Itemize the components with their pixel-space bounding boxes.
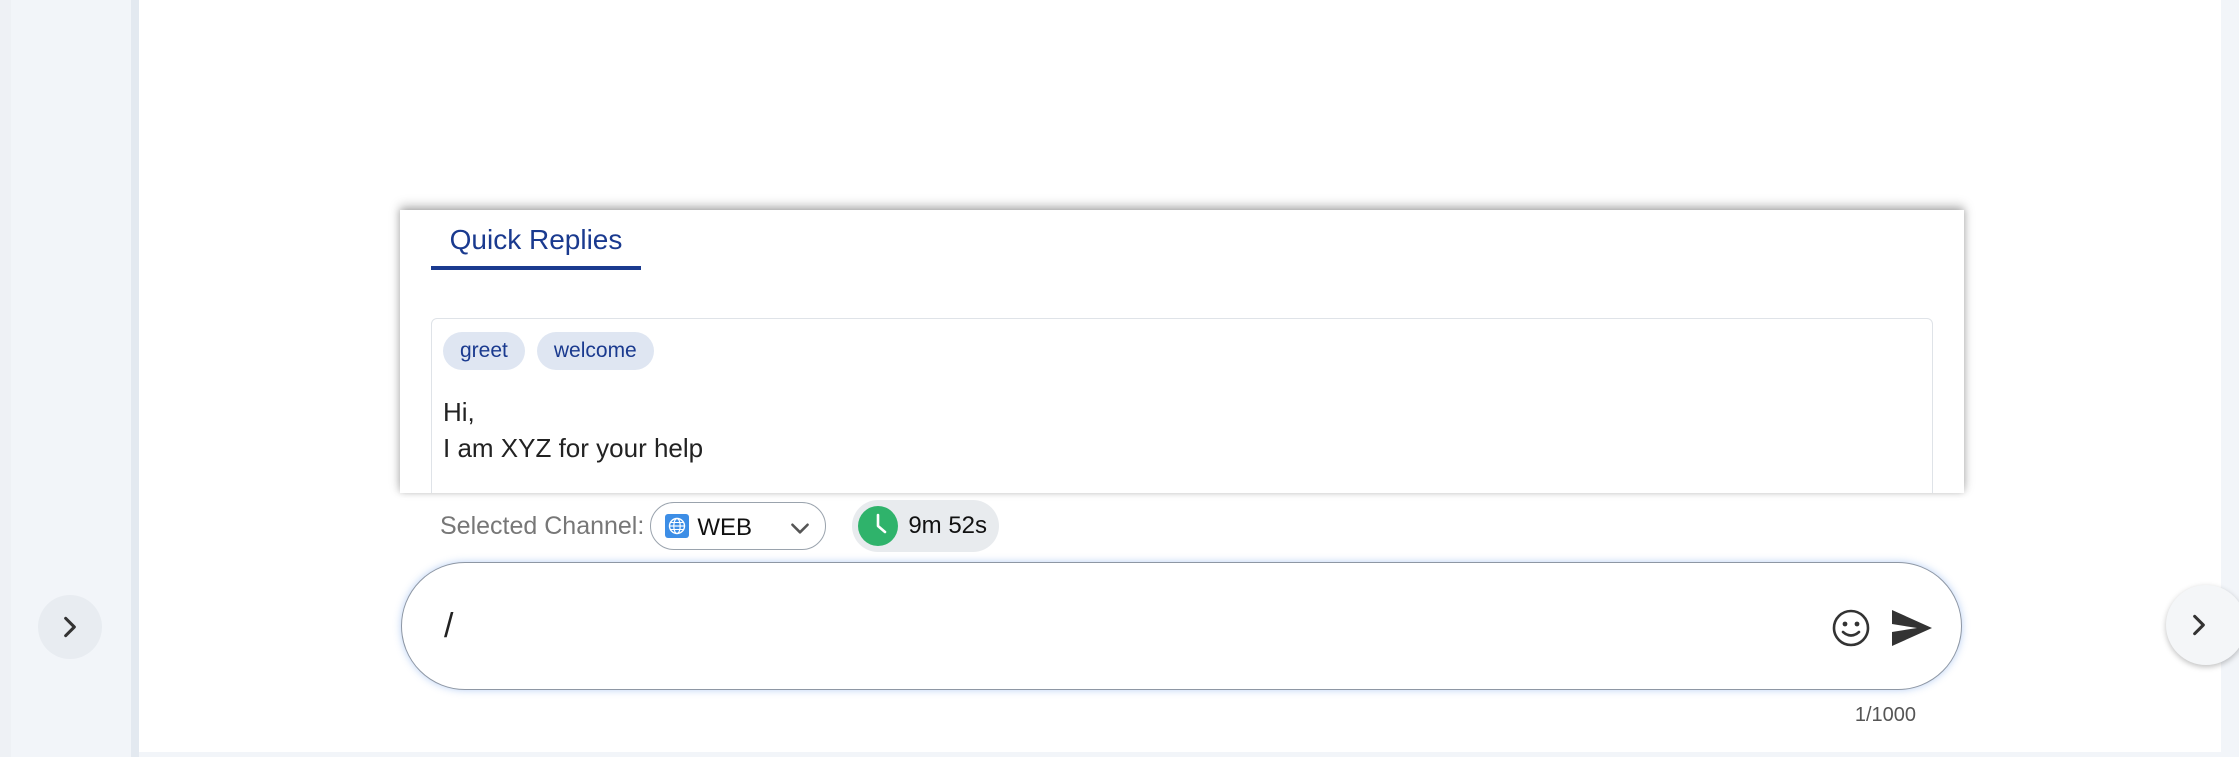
session-timer-value: 9m 52s (908, 512, 988, 539)
channel-label: Selected Channel: (440, 511, 645, 540)
left-rail (0, 0, 11, 757)
tab-quick-replies[interactable]: Quick Replies (431, 220, 641, 270)
globe-icon (665, 514, 690, 538)
channel-row: Selected Channel: WEB 9m 52s (440, 500, 1000, 552)
send-icon[interactable] (1891, 609, 1933, 647)
quick-reply-line: Hi, (443, 397, 475, 427)
left-panel-divider[interactable] (131, 0, 139, 757)
message-composer (401, 562, 1962, 690)
tag-chip[interactable]: greet (443, 332, 525, 370)
chevron-right-icon (2193, 614, 2205, 636)
quick-reply-text: Hi, I am XYZ for your help (443, 394, 703, 466)
character-count: 1/1000 (1854, 704, 1916, 726)
quick-reply-item[interactable]: greet welcome Hi, I am XYZ for your help (431, 318, 1933, 493)
chevron-down-icon (791, 523, 810, 534)
message-input[interactable] (442, 593, 1816, 659)
quick-reply-line: I am XYZ for your help (443, 433, 704, 463)
tag-chip[interactable]: welcome (536, 332, 654, 370)
left-panel-toggle-button[interactable] (38, 595, 102, 659)
chevron-right-icon (64, 616, 76, 638)
emoji-icon[interactable] (1830, 607, 1872, 649)
quick-replies-panel: Quick Replies greet welcome Hi, I am XYZ… (400, 210, 1964, 493)
page: Quick Replies greet welcome Hi, I am XYZ… (0, 0, 2239, 757)
right-panel-toggle-button[interactable] (2166, 585, 2239, 665)
session-timer-chip: 9m 52s (852, 500, 1000, 552)
channel-selected-value: WEB (697, 514, 752, 541)
clock-icon (858, 506, 899, 546)
channel-select[interactable]: WEB (650, 502, 827, 550)
quick-reply-tags: greet welcome (443, 332, 654, 370)
